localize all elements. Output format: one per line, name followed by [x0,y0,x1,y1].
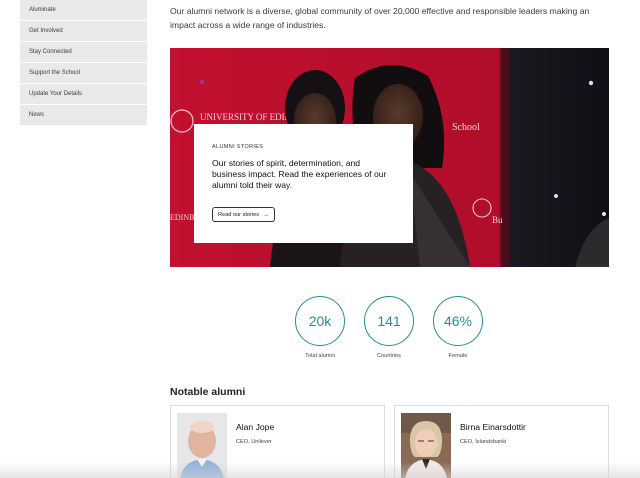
alumni-name: Birna Einarsdottir [460,422,526,432]
sidebar-item-label: Aluminate [29,7,56,13]
intro-paragraph: Our alumni network is a diverse, global … [170,6,590,30]
story-text: Our stories of spirit, determination, an… [212,158,387,190]
read-our-stories-button[interactable]: Read our stories → [212,207,276,222]
stat-value: 141 [364,296,414,346]
banner-text-right: Bu [492,215,503,225]
stat-countries: 141 Countries [354,296,424,359]
story-kicker: ALUMNI STORIES [212,144,264,150]
sidebar-item-label: Update Your Details [29,91,83,97]
button-label: Read our stories [218,211,260,218]
sidebar-item-label: Support the School [29,70,81,76]
sidebar-item-label: Stay Connected [29,49,72,55]
alumni-stories-card: ALUMNI STORIES Our stories of spirit, de… [194,124,413,243]
alumni-name: Alan Jope [236,422,275,432]
sidebar-item-stay-connected[interactable]: Stay Connected [20,42,147,63]
sidebar-item-update-your-details[interactable]: Update Your Details [20,84,147,105]
stat-total-alumni: 20k Total alumni [285,296,355,359]
sidebar-item-support-the-school[interactable]: Support the School [20,63,147,84]
bottom-fade [0,462,640,478]
banner-text-school: School [452,122,480,133]
stat-label: Countries [377,353,401,359]
arrow-right-icon: → [263,211,270,218]
alumni-role: CEO, Unilever [236,439,272,445]
sidebar-item-aluminate[interactable]: Aluminate [20,0,147,21]
notable-alumni-heading: Notable alumni [170,386,246,398]
stat-value: 46% [433,296,483,346]
sidebar-item-label: Get Involved [29,28,63,34]
alumni-role: CEO, Íslandsbanki [460,439,507,445]
stat-female: 46% Female [423,296,493,359]
stat-value: 20k [295,296,345,346]
sidebar-nav: Aluminate Get Involved Stay Connected Su… [20,0,147,126]
sidebar-item-get-involved[interactable]: Get Involved [20,21,147,42]
stat-label: Total alumni [305,353,335,359]
stat-label: Female [448,353,468,359]
sidebar-item-label: News [29,112,45,118]
sidebar-item-news[interactable]: News [20,105,147,126]
